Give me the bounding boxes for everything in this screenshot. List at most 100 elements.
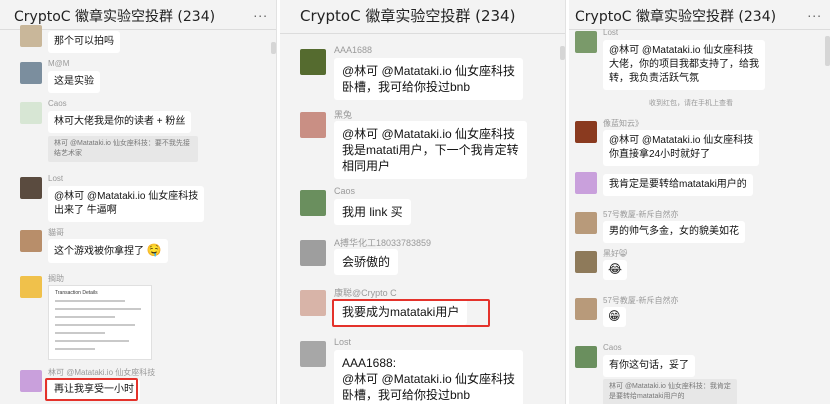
message-line: @林可 @Matataki.io 仙女座科技 [609, 135, 754, 146]
text-line [55, 300, 125, 302]
sender-name: AAA1688 [334, 45, 373, 55]
text-line [55, 332, 105, 334]
image-message[interactable]: Transaction Details [48, 285, 152, 360]
avatar[interactable] [20, 177, 42, 199]
avatar[interactable] [575, 346, 597, 368]
scrollbar[interactable] [560, 46, 565, 60]
sender-name: 康聪@Crypto C [334, 288, 397, 298]
chat-panel-left: CryptoC 徽章实验空投群 (234) ... 那个可以拍吗 M@M 这是实… [0, 0, 277, 404]
sender-name: Lost [334, 337, 352, 347]
grin-emoji-icon: 😁 [608, 309, 621, 323]
message-bubble[interactable]: @林可 @Matataki.io 仙女座科技 大佬，你的项目我都支持了，给我 转… [603, 40, 765, 90]
avatar[interactable] [20, 102, 42, 124]
scrollbar[interactable] [271, 42, 276, 54]
sender-name: 57号教厦-新斥自然亦 [603, 296, 679, 305]
highlight-box [332, 299, 490, 327]
avatar[interactable] [575, 31, 597, 53]
avatar[interactable] [20, 276, 42, 298]
message-line: 大佬，你的项目我都支持了，给我 [609, 59, 759, 70]
avatar[interactable] [300, 190, 326, 216]
scrollbar[interactable] [825, 36, 830, 66]
avatar[interactable] [20, 230, 42, 252]
text-line [55, 308, 141, 310]
avatar[interactable] [300, 112, 326, 138]
chat-header: CryptoC 徽章实验空投群 (234) [280, 0, 565, 34]
sender-name: 搁助 [48, 274, 64, 283]
avatar[interactable] [575, 251, 597, 273]
sender-name: Caos [48, 99, 67, 108]
avatar[interactable] [300, 49, 326, 75]
group-title: CryptoC 徽章实验空投群 (234) [300, 7, 516, 25]
avatar[interactable] [300, 290, 326, 316]
message-line: AAA1688: [342, 356, 397, 370]
message-bubble[interactable]: @林可 @Matataki.io 仙女座科技 出来了 牛逼啊 [48, 186, 205, 222]
message-line: 我是matati用户，下一个我肯定转 [342, 143, 519, 157]
avatar[interactable] [300, 341, 326, 367]
quote-line: 是要转给matataki用户的 [609, 393, 685, 400]
message-bubble[interactable]: 😂 [603, 260, 628, 280]
group-title: CryptoC 徽章实验空投群 (234) [14, 9, 216, 25]
sender-name: 57号教厦-新斥自然亦 [603, 210, 679, 219]
message-bubble[interactable]: 男的帅气多金，女的貌美如花 [603, 221, 745, 243]
quote-line: 林可 @Matataki.io 仙女座科技：我肯定 [609, 383, 731, 390]
message-line: @林可 @Matataki.io 仙女座科技 [609, 45, 754, 56]
avatar[interactable] [300, 240, 326, 266]
message-bubble[interactable]: 林可大佬我是你的读者 + 粉丝 [48, 111, 192, 133]
message-bubble[interactable]: 这是实验 [48, 71, 100, 93]
text-line [55, 324, 135, 326]
text-line [55, 340, 129, 342]
group-title: CryptoC 徽章实验空投群 (234) [575, 9, 777, 25]
message-line: 转，我负责活跃气氛 [609, 73, 699, 84]
sender-name: Lost [48, 174, 64, 183]
message-line: 出来了 牛逼啊 [54, 205, 117, 216]
message-bubble[interactable]: 这个游戏被你拿捏了 🤤 [48, 239, 168, 263]
avatar[interactable] [20, 25, 42, 47]
sender-name: Caos [334, 186, 356, 196]
screenshot-title: Transaction Details [55, 290, 98, 296]
avatar[interactable] [20, 370, 42, 392]
sender-name: 像蓝知云》 [603, 119, 643, 128]
message-bubble[interactable]: AAA1688: @林可 @Matataki.io 仙女座科技 卧槽，我可给你投… [334, 350, 524, 404]
message-line: 卧槽，我可给你投过bnb [342, 388, 471, 402]
message-bubble[interactable]: 😁 [603, 307, 626, 327]
system-notice: 收到红包，请在手机上查看 [649, 100, 733, 107]
avatar[interactable] [575, 172, 597, 194]
message-line: 相同用户 [342, 159, 391, 173]
message-bubble[interactable]: 有你这句话，妥了 [603, 355, 695, 377]
avatar[interactable] [20, 62, 42, 84]
sender-name: A搏华化工18033783859 [334, 238, 432, 248]
more-options-icon[interactable]: ... [807, 4, 822, 20]
chat-panel-right: CryptoC 徽章实验空投群 (234) ... Lost @林可 @Mata… [569, 0, 830, 404]
message-bubble[interactable]: 我用 link 买 [334, 199, 411, 225]
sender-name: M@M [48, 59, 70, 68]
avatar[interactable] [575, 212, 597, 234]
message-bubble[interactable]: 那个可以拍吗 [48, 31, 120, 53]
text-line [55, 348, 95, 350]
sender-name: 貓哥 [48, 228, 64, 237]
message-bubble[interactable]: 我肯定是要转给matataki用户的 [603, 174, 753, 196]
sender-name: 黑好😸 [603, 249, 628, 258]
message-line: @林可 @Matataki.io 仙女座科技 [342, 64, 516, 78]
message-line: @林可 @Matataki.io 仙女座科技 [54, 191, 199, 202]
message-line: @林可 @Matataki.io 仙女座科技 [342, 372, 516, 386]
message-bubble[interactable]: @林可 @Matataki.io 仙女座科技 你直接拿24小时就好了 [603, 130, 760, 166]
sender-name: 黑兔 [334, 110, 353, 120]
message-bubble[interactable]: @林可 @Matataki.io 仙女座科技 我是matati用户，下一个我肯定… [334, 121, 527, 179]
chat-panel-middle: CryptoC 徽章实验空投群 (234) AAA1688 @林可 @Matat… [280, 0, 566, 404]
avatar[interactable] [575, 121, 597, 143]
text-line [55, 316, 115, 318]
more-options-icon[interactable]: ... [253, 4, 268, 20]
message-line: 卧槽，我可给你投过bnb [342, 80, 471, 94]
drool-emoji-icon: 🤤 [146, 243, 162, 257]
highlight-box [45, 378, 138, 401]
message-bubble[interactable]: @林可 @Matataki.io 仙女座科技 卧槽，我可给你投过bnb [334, 58, 524, 100]
message-line: 你直接拿24小时就好了 [609, 149, 711, 160]
message-line: @林可 @Matataki.io 仙女座科技 [342, 127, 516, 141]
sender-name: Lost [603, 28, 619, 37]
avatar[interactable] [575, 298, 597, 320]
quoted-message[interactable]: 林可 @Matataki.io 仙女座科技：我肯定 是要转给matataki用户… [603, 379, 737, 404]
message-bubble[interactable]: 会骄傲的 [334, 249, 399, 275]
chat-header: CryptoC 徽章实验空投群 (234) ... [569, 0, 830, 30]
quoted-message[interactable]: 林可 @Matataki.io 仙女座科技：要不我先接结艺术家 [48, 136, 198, 162]
tears-of-joy-emoji-icon: 😂 [608, 262, 623, 276]
